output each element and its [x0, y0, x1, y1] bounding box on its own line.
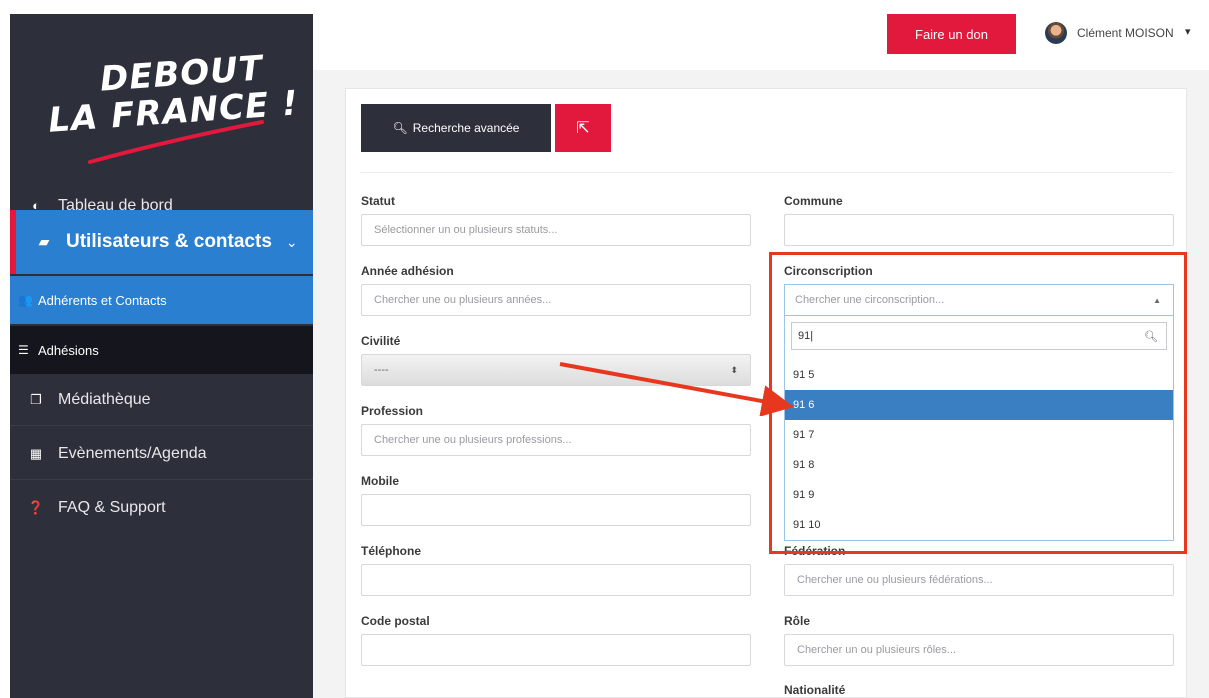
mobile-label: Mobile — [361, 474, 399, 488]
role-select[interactable]: Chercher un ou plusieurs rôles... — [784, 634, 1174, 666]
circonscription-label: Circonscription — [784, 264, 873, 278]
sidebar-subitem-adherents[interactable]: 👥 Adhérents et Contacts — [10, 276, 313, 324]
circonscription-placeholder: Chercher une circonscription... — [795, 294, 945, 306]
commune-input[interactable] — [784, 214, 1174, 246]
profession-label: Profession — [361, 404, 424, 418]
nationalite-label: Nationalité — [784, 683, 846, 697]
sidebar-subitem-adhesions[interactable]: ☰ Adhésions — [10, 326, 313, 374]
profession-select[interactable]: Chercher une ou plusieurs professions... — [361, 424, 751, 456]
statut-select[interactable]: Sélectionner un ou plusieurs statuts... — [361, 214, 751, 246]
caret-up-icon: ▲ — [1153, 296, 1161, 305]
dropdown-option[interactable]: 91 9 — [785, 480, 1173, 510]
page: DEBOUT LA FRANCE ! ◐ Tableau de bord ▰ U… — [0, 0, 1209, 698]
logo-swoosh-icon — [88, 120, 264, 164]
dropdown-option[interactable]: 91 8 — [785, 450, 1173, 480]
sidebar-subitem-label: Adhérents et Contacts — [38, 292, 167, 308]
avatar[interactable] — [1045, 22, 1067, 44]
annee-label: Année adhésion — [361, 264, 454, 278]
advanced-search-button[interactable]: 🔍︎ Recherche avancée — [361, 104, 551, 152]
calendar-icon: ▦ — [29, 445, 43, 461]
annee-select[interactable]: Chercher une ou plusieurs années... — [361, 284, 751, 316]
briefcase-icon: ▰ — [39, 234, 49, 249]
mobile-input[interactable] — [361, 494, 751, 526]
dropdown-option[interactable]: 91 5 — [785, 360, 1173, 390]
sidebar-item-users-contacts[interactable]: ▰ Utilisateurs & contacts ⌄ — [10, 210, 327, 274]
federation-label: Fédération — [784, 544, 846, 558]
advanced-search-label: Recherche avancée — [412, 121, 520, 135]
logo[interactable]: DEBOUT LA FRANCE ! — [10, 14, 313, 184]
code-postal-label: Code postal — [361, 614, 430, 628]
dropdown-search-value: 91 — [798, 330, 811, 342]
donate-button[interactable]: Faire un don — [887, 14, 1016, 54]
statut-label: Statut — [361, 194, 395, 208]
list-icon: ☰ — [18, 343, 29, 357]
export-button[interactable]: ⇱ — [555, 104, 611, 152]
sidebar-item-mediatheque[interactable]: ❐ Médiathèque — [10, 374, 313, 426]
users-icon: 👥 — [18, 293, 33, 307]
circonscription-select[interactable]: Chercher une circonscription... ▲ — [784, 284, 1174, 316]
civilite-label: Civilité — [361, 334, 401, 348]
telephone-input[interactable] — [361, 564, 751, 596]
federation-select[interactable]: Chercher une ou plusieurs fédérations... — [784, 564, 1174, 596]
civilite-value: ---- — [374, 364, 389, 376]
sidebar-item-evenements[interactable]: ▦ Evènements/Agenda — [10, 428, 313, 480]
dropdown-option-active[interactable]: 91 6 — [785, 390, 1173, 420]
question-icon: ❓ — [27, 500, 45, 515]
sidebar-item-label: Utilisateurs & contacts — [66, 231, 272, 252]
images-icon: ❐ — [30, 391, 42, 407]
sidebar-item-faq[interactable]: ❓ FAQ & Support — [10, 482, 313, 534]
user-name[interactable]: Clément MOISON — [1077, 26, 1174, 40]
annotation-arrow-icon — [559, 362, 794, 416]
sidebar-item-label: FAQ & Support — [58, 499, 166, 516]
sidebar-subitem-label: Adhésions — [38, 342, 99, 358]
topbar: Faire un don Clément MOISON ▾ — [313, 14, 1209, 70]
text-cursor: | — [810, 330, 814, 342]
circonscription-dropdown: 91 | 🔍︎ 91 5 91 6 91 7 91 8 91 9 91 10 — [784, 316, 1174, 541]
search-icon: 🔍︎ — [1144, 330, 1158, 343]
sidebar-item-label: Evènements/Agenda — [58, 444, 207, 462]
export-icon: ⇱ — [576, 120, 590, 137]
telephone-label: Téléphone — [361, 544, 422, 558]
role-label: Rôle — [784, 614, 811, 628]
sidebar-item-label: Médiathèque — [58, 390, 151, 408]
code-postal-input[interactable] — [361, 634, 751, 666]
dropdown-option[interactable]: 91 7 — [785, 420, 1173, 450]
chevron-down-icon: ⌄ — [285, 233, 298, 250]
dropdown-search-input[interactable]: 91 | 🔍︎ — [791, 322, 1167, 350]
dropdown-option[interactable]: 91 10 — [785, 510, 1173, 540]
search-icon: 🔍︎ — [392, 121, 408, 135]
chevron-down-icon[interactable]: ▾ — [1185, 25, 1191, 38]
commune-label: Commune — [784, 194, 843, 208]
divider — [361, 172, 1173, 173]
